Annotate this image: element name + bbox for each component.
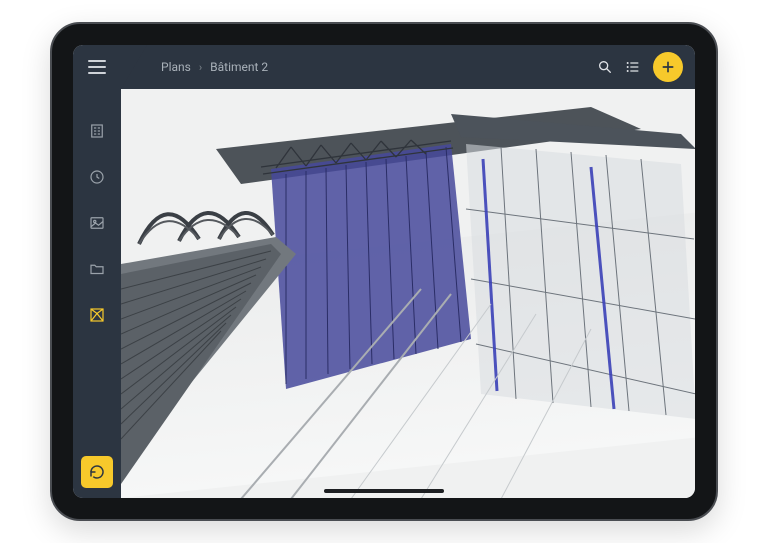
bim-view-icon (88, 306, 106, 324)
sidebar-item-building[interactable] (85, 119, 109, 143)
bim-model-drawing (121, 89, 695, 498)
plus-icon (660, 59, 676, 75)
add-button[interactable] (653, 52, 683, 82)
header-notch (121, 45, 147, 89)
refresh-button[interactable] (81, 456, 113, 488)
folder-icon (88, 260, 106, 278)
main-area (73, 89, 695, 498)
breadcrumb-current[interactable]: Bâtiment 2 (210, 60, 268, 74)
sidebar-item-media[interactable] (85, 211, 109, 235)
header-bar: Plans › Bâtiment 2 (73, 45, 695, 89)
breadcrumb-root[interactable]: Plans (161, 60, 191, 74)
list-view-button[interactable] (619, 53, 647, 81)
search-button[interactable] (591, 53, 619, 81)
image-icon (88, 214, 106, 232)
menu-icon[interactable] (88, 60, 106, 74)
building-icon (88, 122, 106, 140)
tablet-device-frame: Plans › Bâtiment 2 (50, 22, 718, 521)
sidebar-item-activity[interactable] (85, 165, 109, 189)
chevron-right-icon: › (199, 61, 202, 74)
search-icon (597, 59, 613, 75)
model-viewport[interactable] (121, 89, 695, 498)
clock-icon (88, 168, 106, 186)
home-indicator[interactable] (324, 489, 444, 493)
screen: Plans › Bâtiment 2 (73, 45, 695, 498)
refresh-icon (88, 463, 106, 481)
sidebar-item-files[interactable] (85, 257, 109, 281)
breadcrumb[interactable]: Plans › Bâtiment 2 (161, 60, 268, 74)
list-icon (625, 59, 641, 75)
sidebar-rail (73, 89, 121, 498)
sidebar-item-bim[interactable] (85, 303, 109, 327)
